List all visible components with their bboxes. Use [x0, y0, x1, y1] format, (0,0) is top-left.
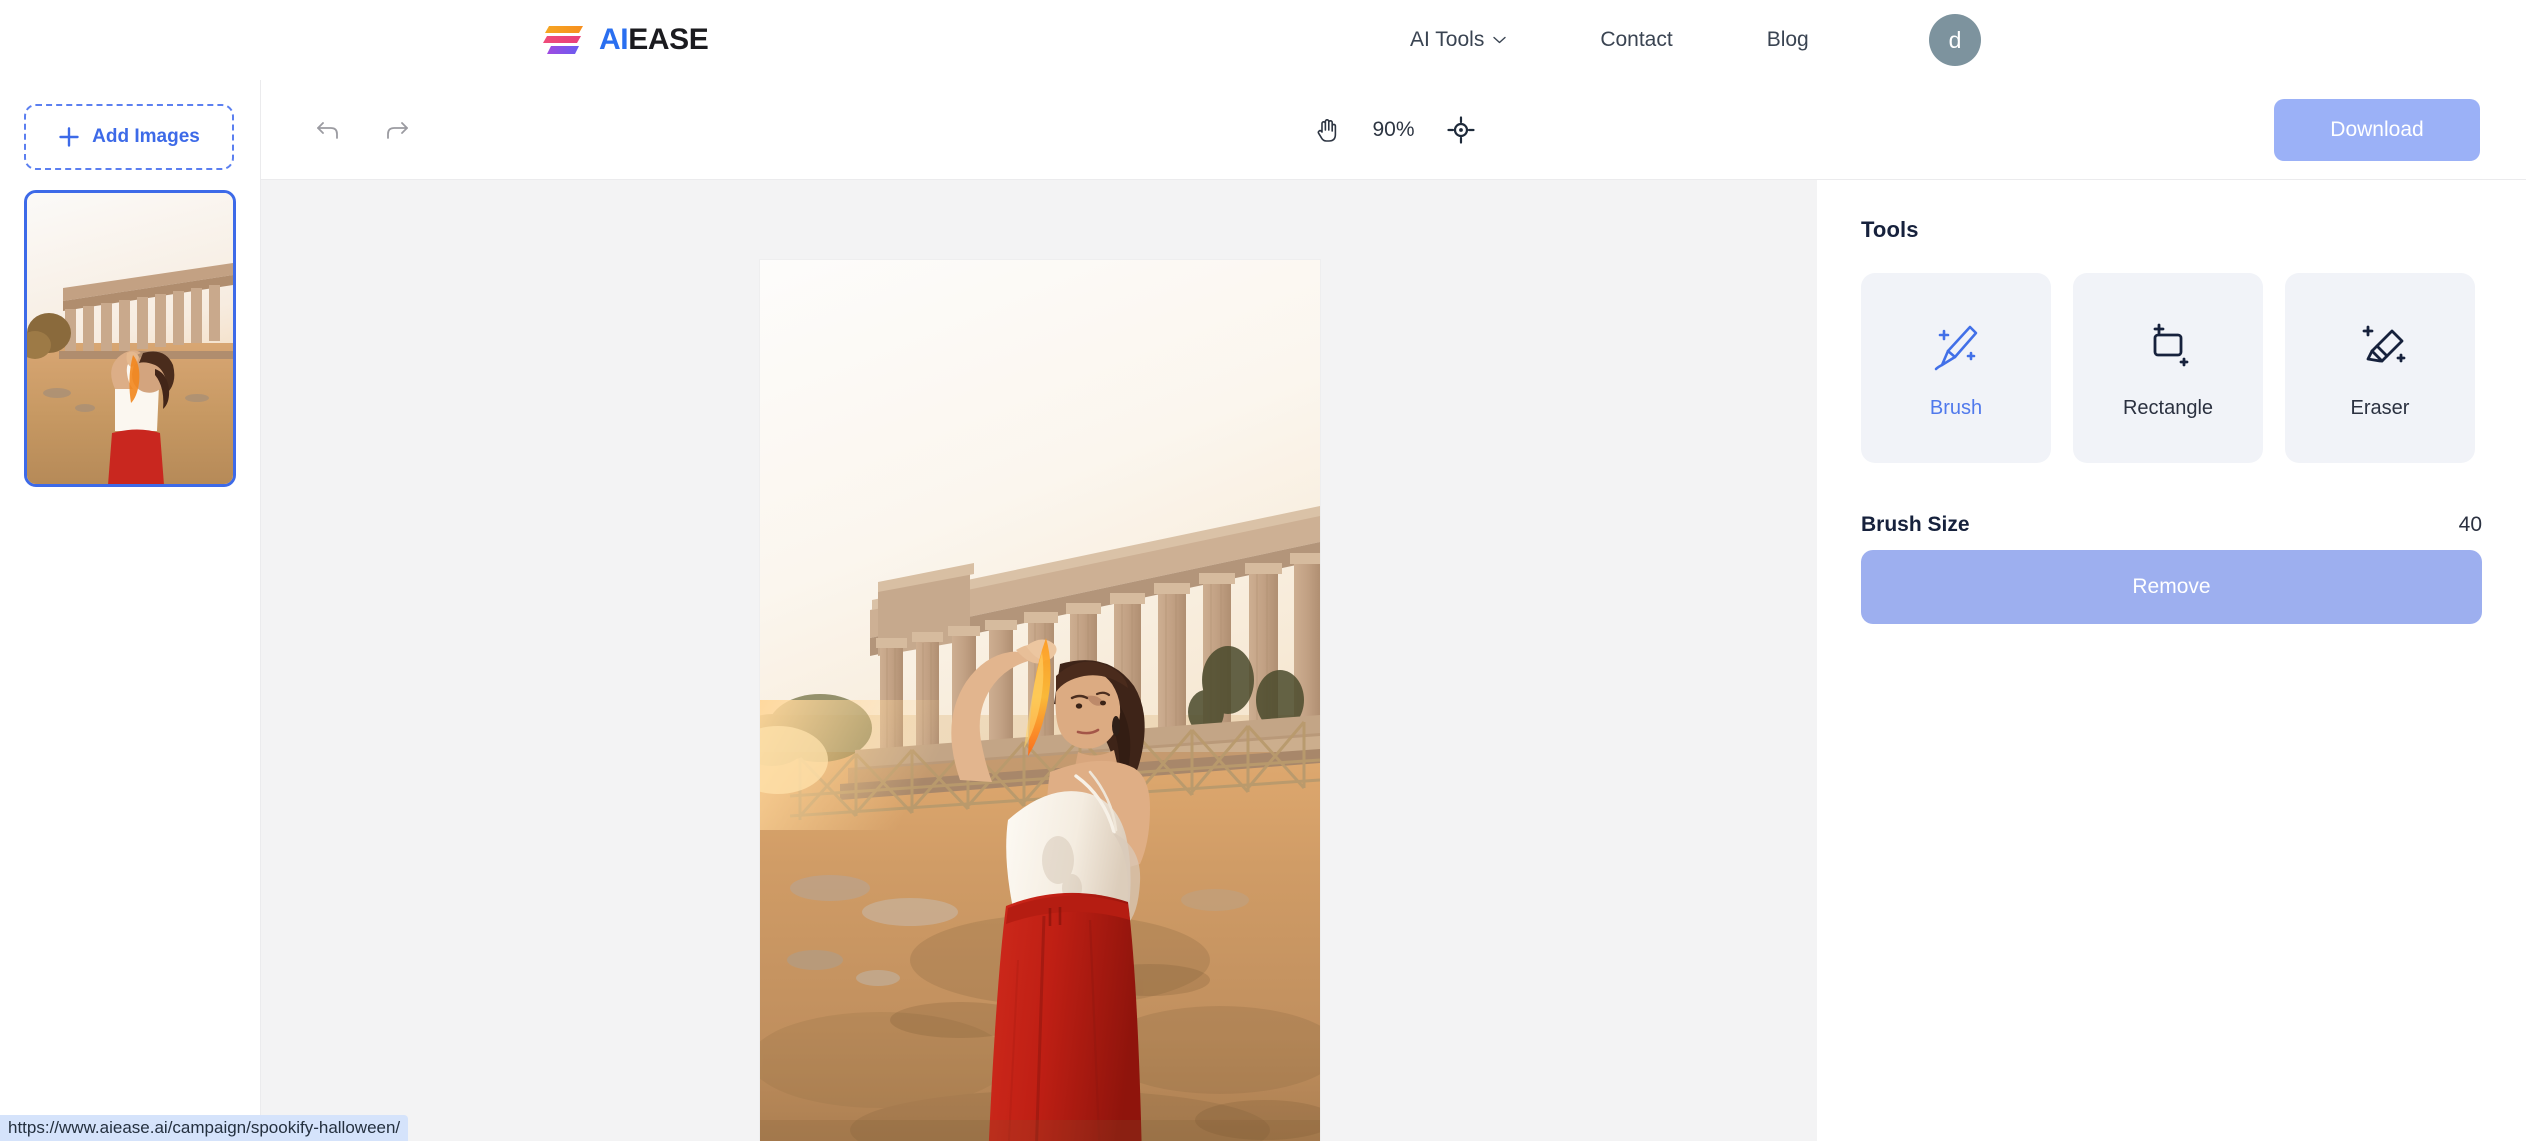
crosshair-target-icon	[1446, 115, 1475, 144]
canvas-photo[interactable]	[760, 260, 1320, 1141]
brand-name-ease: EASE	[628, 23, 709, 56]
nav-item-ai-tools-label: AI Tools	[1410, 28, 1485, 51]
tool-eraser[interactable]: Eraser	[2285, 273, 2475, 463]
fit-to-screen-button[interactable]	[1439, 108, 1483, 152]
avatar-initial: d	[1948, 26, 1962, 53]
tools-panel: Tools Brush Rectangle Eraser Brush Size …	[1817, 180, 2526, 1141]
download-button[interactable]: Download	[2274, 98, 2480, 161]
avatar[interactable]: d	[1929, 14, 1981, 66]
image-thumbnail-1[interactable]	[24, 190, 236, 487]
editor-toolbar: 90% Download	[261, 80, 2526, 180]
magic-brush-icon	[1934, 325, 1978, 370]
redo-arrow-icon	[387, 121, 408, 139]
plus-icon	[59, 127, 79, 147]
zoom-controls: 90%	[1304, 108, 1482, 152]
brush-size-row: Brush Size 40	[1861, 513, 2482, 537]
nav-links: AI Tools Contact Blog	[1410, 28, 1809, 52]
magic-rectangle-icon	[2153, 323, 2189, 366]
top-navbar: AIEASE AI Tools Contact Blog d	[0, 0, 2526, 80]
brand-logo[interactable]: AIEASE	[543, 23, 709, 57]
brush-size-value: 40	[2458, 513, 2482, 536]
brand-name-ai: AI	[599, 23, 629, 56]
nav-item-contact[interactable]: Contact	[1600, 28, 1672, 52]
nav-item-blog[interactable]: Blog	[1767, 28, 1809, 52]
tool-brush[interactable]: Brush	[1861, 273, 2051, 463]
zoom-level-label: 90%	[1372, 117, 1415, 141]
tools-row: Brush Rectangle Eraser	[1861, 273, 2482, 463]
add-images-button[interactable]: Add Images	[24, 104, 234, 170]
undo-arrow-icon	[317, 121, 338, 139]
chevron-down-icon	[1493, 36, 1507, 44]
panel-title: Tools	[1861, 217, 1919, 242]
redo-button[interactable]	[375, 108, 419, 152]
pan-tool-button[interactable]	[1304, 108, 1348, 152]
nav-item-contact-label: Contact	[1600, 28, 1673, 51]
magic-eraser-icon	[2362, 325, 2406, 362]
hand-pan-icon	[1317, 118, 1336, 142]
add-images-label: Add Images	[92, 126, 200, 147]
aiease-gradient-logo-icon	[543, 26, 583, 54]
thumbnail-preview	[27, 193, 233, 484]
photo-content	[760, 260, 1320, 1141]
remove-button[interactable]: Remove	[1861, 550, 2482, 624]
tool-rectangle[interactable]: Rectangle	[2073, 273, 2263, 463]
tool-eraser-label: Eraser	[2350, 396, 2410, 419]
tool-rectangle-label: Rectangle	[2122, 396, 2214, 419]
nav-item-ai-tools[interactable]: AI Tools	[1410, 28, 1507, 52]
image-canvas[interactable]	[261, 180, 1817, 1141]
status-bar-url: https://www.aiease.ai/campaign/spookify-…	[0, 1115, 409, 1141]
brush-size-label: Brush Size	[1861, 513, 1970, 536]
undo-button[interactable]	[306, 108, 350, 152]
tool-brush-label: Brush	[1929, 396, 1983, 419]
left-sidebar: Add Images	[0, 80, 261, 1141]
brand-name: AIEASE	[599, 23, 709, 56]
nav-item-blog-label: Blog	[1766, 28, 1809, 51]
